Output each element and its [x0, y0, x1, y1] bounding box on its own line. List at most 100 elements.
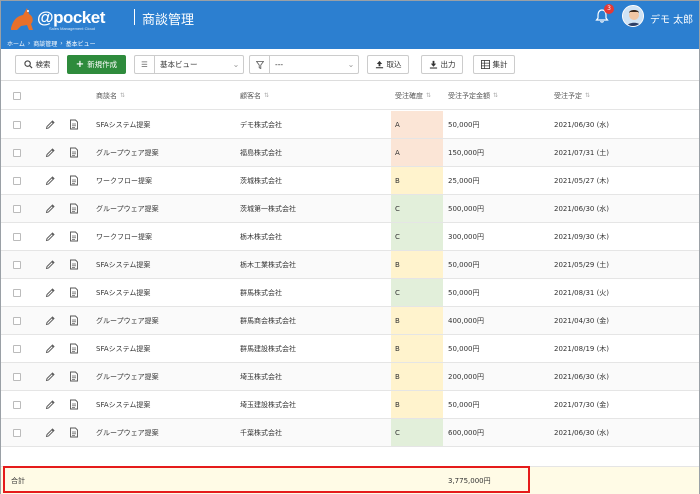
rank-cell: C [391, 223, 443, 250]
rank-cell: A [391, 139, 443, 166]
row-checkbox[interactable] [13, 335, 21, 362]
deal-name[interactable]: ワークフロー提案 [96, 223, 152, 250]
customer-name[interactable]: 埼玉建設株式会社 [240, 391, 296, 418]
filter-select[interactable]: --- ⌄ [249, 55, 359, 74]
pencil-icon[interactable] [45, 223, 56, 250]
table-row[interactable]: グループウェア提案 埼玉株式会社 B 200,000円 2021/06/30 (… [1, 363, 699, 391]
customer-name[interactable]: 茨城株式会社 [240, 167, 282, 194]
deal-name[interactable]: グループウェア提案 [96, 195, 159, 222]
column-header-date[interactable]: 受注予定 ⇅ [554, 82, 590, 109]
rank-cell: B [391, 363, 443, 390]
customer-name[interactable]: デモ株式会社 [240, 111, 282, 138]
import-button[interactable]: 取込 [367, 55, 409, 74]
customer-name[interactable]: 栃木工業株式会社 [240, 251, 296, 278]
user-name[interactable]: デモ 太郎 [650, 11, 693, 26]
table-row[interactable]: SFAシステム提案 埼玉建設株式会社 B 50,000円 2021/07/30 … [1, 391, 699, 419]
table-row[interactable]: SFAシステム提案 栃木工業株式会社 B 50,000円 2021/05/29 … [1, 251, 699, 279]
deal-name[interactable]: SFAシステム提案 [96, 251, 150, 278]
column-header-rank[interactable]: 受注確度 ⇅ [395, 82, 431, 109]
document-icon[interactable] [69, 251, 79, 278]
deal-name[interactable]: グループウェア提案 [96, 419, 159, 446]
table-row[interactable]: グループウェア提案 福島株式会社 A 150,000円 2021/07/31 (… [1, 139, 699, 167]
pencil-icon[interactable] [45, 279, 56, 306]
pencil-icon[interactable] [45, 251, 56, 278]
breadcrumb-home[interactable]: ホーム [7, 39, 25, 48]
document-icon[interactable] [69, 335, 79, 362]
kangaroo-logo-icon [11, 8, 33, 30]
pencil-icon[interactable] [45, 391, 56, 418]
select-all-checkbox[interactable] [13, 82, 21, 109]
deal-name[interactable]: グループウェア提案 [96, 139, 159, 166]
table-row[interactable]: ワークフロー提案 茨城株式会社 B 25,000円 2021/05/27 (木) [1, 167, 699, 195]
deal-name[interactable]: SFAシステム提案 [96, 111, 150, 138]
document-icon[interactable] [69, 223, 79, 250]
table-header: 商談名 ⇅ 顧客名 ⇅ 受注確度 ⇅ 受注予定金額 ⇅ 受注予定 ⇅ [1, 82, 699, 110]
document-icon[interactable] [69, 111, 79, 138]
document-icon[interactable] [69, 167, 79, 194]
customer-name[interactable]: 群馬商会株式会社 [240, 307, 296, 334]
export-button[interactable]: 出力 [421, 55, 463, 74]
amount-cell: 400,000円 [448, 316, 484, 325]
table-row[interactable]: SFAシステム提案 群馬株式会社 C 50,000円 2021/08/31 (火… [1, 279, 699, 307]
amount-cell: 600,000円 [448, 428, 484, 437]
pencil-icon[interactable] [45, 167, 56, 194]
table-row[interactable]: グループウェア提案 茨城第一株式会社 C 500,000円 2021/06/30… [1, 195, 699, 223]
customer-name[interactable]: 千葉株式会社 [240, 419, 282, 446]
amount-cell: 50,000円 [448, 260, 480, 269]
table-row[interactable]: SFAシステム提案 デモ株式会社 A 50,000円 2021/06/30 (水… [1, 111, 699, 139]
table-row[interactable]: グループウェア提案 千葉株式会社 C 600,000円 2021/06/30 (… [1, 419, 699, 447]
view-select[interactable]: ☰ 基本ビュー ⌄ [134, 55, 244, 74]
customer-name[interactable]: 福島株式会社 [240, 139, 282, 166]
row-checkbox[interactable] [13, 279, 21, 306]
pencil-icon[interactable] [45, 195, 56, 222]
document-icon[interactable] [69, 363, 79, 390]
document-icon[interactable] [69, 419, 79, 446]
deal-name[interactable]: グループウェア提案 [96, 307, 159, 334]
row-checkbox[interactable] [13, 363, 21, 390]
column-header-customer[interactable]: 顧客名 ⇅ [240, 82, 269, 109]
customer-name[interactable]: 栃木株式会社 [240, 223, 282, 250]
column-header-amount[interactable]: 受注予定金額 ⇅ [448, 82, 498, 109]
column-header-deal[interactable]: 商談名 ⇅ [96, 82, 125, 109]
document-icon[interactable] [69, 195, 79, 222]
search-button[interactable]: 検索 [15, 55, 59, 74]
row-checkbox[interactable] [13, 391, 21, 418]
table-row[interactable]: グループウェア提案 群馬商会株式会社 B 400,000円 2021/04/30… [1, 307, 699, 335]
row-checkbox[interactable] [13, 307, 21, 334]
row-checkbox[interactable] [13, 419, 21, 446]
pencil-icon[interactable] [45, 363, 56, 390]
document-icon[interactable] [69, 279, 79, 306]
deal-name[interactable]: グループウェア提案 [96, 363, 159, 390]
pencil-icon[interactable] [45, 419, 56, 446]
pencil-icon[interactable] [45, 111, 56, 138]
amount-cell: 25,000円 [448, 176, 480, 185]
customer-name[interactable]: 埼玉株式会社 [240, 363, 282, 390]
customer-name[interactable]: 群馬株式会社 [240, 279, 282, 306]
customer-name[interactable]: 群馬建設株式会社 [240, 335, 296, 362]
deal-name[interactable]: SFAシステム提案 [96, 391, 150, 418]
pencil-icon[interactable] [45, 307, 56, 334]
aggregate-button[interactable]: 集計 [473, 55, 515, 74]
document-icon[interactable] [69, 391, 79, 418]
deal-name[interactable]: ワークフロー提案 [96, 167, 152, 194]
avatar[interactable] [622, 5, 644, 27]
row-checkbox[interactable] [13, 167, 21, 194]
new-button[interactable]: + 新規作成 [67, 55, 126, 74]
table-row[interactable]: ワークフロー提案 栃木株式会社 C 300,000円 2021/09/30 (木… [1, 223, 699, 251]
breadcrumb-deals[interactable]: 商談管理 [33, 39, 57, 48]
customer-name[interactable]: 茨城第一株式会社 [240, 195, 296, 222]
deal-name[interactable]: SFAシステム提案 [96, 279, 150, 306]
row-checkbox[interactable] [13, 223, 21, 250]
pencil-icon[interactable] [45, 139, 56, 166]
row-checkbox[interactable] [13, 139, 21, 166]
row-checkbox[interactable] [13, 251, 21, 278]
document-icon[interactable] [69, 307, 79, 334]
table-row[interactable]: SFAシステム提案 群馬建設株式会社 B 50,000円 2021/08/19 … [1, 335, 699, 363]
app-logo[interactable]: @pocket Sales Management Cloud [7, 4, 127, 32]
row-checkbox[interactable] [13, 111, 21, 138]
document-icon[interactable] [69, 139, 79, 166]
deal-name[interactable]: SFAシステム提案 [96, 335, 150, 362]
pencil-icon[interactable] [45, 335, 56, 362]
rank-cell: C [391, 279, 443, 306]
row-checkbox[interactable] [13, 195, 21, 222]
